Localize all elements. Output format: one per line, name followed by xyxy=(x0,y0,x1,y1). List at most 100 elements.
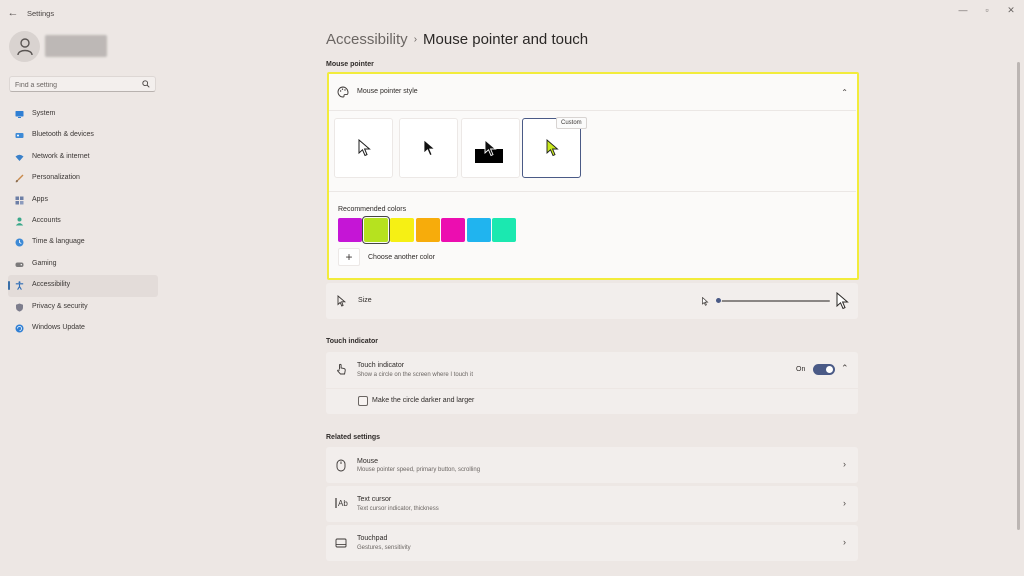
mouse-pointer-style-header[interactable]: Mouse pointer style ⌃ xyxy=(329,74,856,111)
breadcrumb-parent[interactable]: Accessibility xyxy=(326,31,408,48)
minimize-button[interactable]: — xyxy=(954,4,972,16)
close-button[interactable]: ✕ xyxy=(1002,4,1020,16)
sidebar-item-personalization[interactable]: Personalization xyxy=(8,168,158,189)
person-icon xyxy=(16,37,33,55)
large-pointer-icon xyxy=(836,292,849,310)
page-title: Mouse pointer and touch xyxy=(423,31,589,48)
related-item-text-cursor[interactable]: Ab Text cursor Text cursor indicator, th… xyxy=(326,486,858,522)
sidebar-nav: System Bluetooth & devices Network & int… xyxy=(8,104,158,339)
color-swatch-orange[interactable] xyxy=(416,218,440,242)
sidebar-item-network[interactable]: Network & internet xyxy=(8,147,158,168)
sidebar-item-label: Bluetooth & devices xyxy=(32,131,94,139)
user-name-redacted xyxy=(45,35,107,57)
sidebar-item-accounts[interactable]: Accounts xyxy=(8,211,158,232)
bluetooth-icon xyxy=(15,133,24,139)
scrollbar[interactable] xyxy=(1017,62,1020,530)
size-label: Size xyxy=(358,297,372,304)
section-label-mouse-pointer: Mouse pointer xyxy=(326,61,374,68)
pointer-style-inverted[interactable] xyxy=(461,118,520,178)
pointer-style-black[interactable] xyxy=(399,118,458,178)
gamepad-icon xyxy=(15,262,24,267)
update-icon xyxy=(15,324,24,333)
avatar[interactable] xyxy=(9,31,40,62)
palette-icon xyxy=(337,86,349,98)
related-item-subtitle: Text cursor indicator, thickness xyxy=(357,506,439,512)
toggle-state-label: On xyxy=(796,366,806,373)
touch-hand-icon xyxy=(337,363,346,375)
accessibility-icon xyxy=(15,281,24,291)
search-box[interactable] xyxy=(9,76,156,92)
search-icon[interactable] xyxy=(142,80,150,88)
sidebar-item-label: Time & language xyxy=(32,238,85,246)
black-pointer-icon xyxy=(423,139,436,157)
related-item-touchpad[interactable]: Touchpad Gestures, sensitivity › xyxy=(326,525,858,561)
color-swatch-teal[interactable] xyxy=(492,218,516,242)
sidebar-item-time-language[interactable]: Time & language xyxy=(8,232,158,253)
sidebar-item-bluetooth[interactable]: Bluetooth & devices xyxy=(8,125,158,146)
mouse-pointer-style-panel: Mouse pointer style ⌃ Custom Recommended… xyxy=(327,72,859,280)
touch-indicator-toggle[interactable] xyxy=(813,364,835,375)
sidebar-item-label: System xyxy=(32,110,56,117)
sidebar-item-privacy[interactable]: Privacy & security xyxy=(8,297,158,318)
sidebar-item-label: Apps xyxy=(32,195,48,203)
add-color-button[interactable]: + xyxy=(338,248,360,266)
person-icon xyxy=(15,217,24,226)
pointer-style-white[interactable] xyxy=(334,118,393,178)
chevron-right-icon: › xyxy=(843,498,846,508)
chevron-up-icon[interactable]: ⌃ xyxy=(841,363,849,374)
section-label-touch-indicator: Touch indicator xyxy=(326,338,378,345)
sidebar-item-label: Network & internet xyxy=(32,152,90,160)
size-slider-thumb[interactable] xyxy=(715,297,722,304)
svg-text:Ab: Ab xyxy=(338,499,348,508)
small-pointer-icon xyxy=(702,297,709,306)
mouse-icon xyxy=(336,459,346,472)
sidebar-item-label: Windows Update xyxy=(32,323,85,331)
color-swatch-pink[interactable] xyxy=(441,218,465,242)
text-cursor-icon: Ab xyxy=(335,498,348,508)
title-bar: ← Settings — ▫ ✕ xyxy=(0,0,1024,26)
related-item-mouse[interactable]: Mouse Mouse pointer speed, primary butto… xyxy=(326,447,858,483)
sidebar-item-label: Privacy & security xyxy=(32,302,88,310)
sidebar-item-gaming[interactable]: Gaming xyxy=(8,254,158,275)
divider xyxy=(329,191,856,192)
apps-icon xyxy=(15,196,24,205)
related-item-title: Text cursor xyxy=(357,496,392,503)
sidebar-item-label: Accessibility xyxy=(32,281,71,289)
chevron-right-icon: › xyxy=(843,459,846,469)
custom-pointer-icon xyxy=(546,139,559,157)
darker-circle-label[interactable]: Make the circle darker and larger xyxy=(372,397,474,404)
mouse-pointer-style-title: Mouse pointer style xyxy=(357,88,418,95)
globe-clock-icon xyxy=(15,238,24,247)
darker-circle-checkbox[interactable] xyxy=(358,396,368,406)
search-input[interactable] xyxy=(15,80,140,90)
touch-indicator-title: Touch indicator xyxy=(357,362,405,369)
selection-indicator xyxy=(8,281,10,291)
sidebar-item-accessibility[interactable]: Accessibility xyxy=(8,275,158,297)
sidebar-item-windows-update[interactable]: Windows Update xyxy=(8,318,158,339)
back-arrow-icon[interactable]: ← xyxy=(6,6,20,20)
color-swatch-yellow[interactable] xyxy=(390,218,414,242)
touchpad-icon xyxy=(335,538,347,548)
chevron-right-icon: › xyxy=(843,537,846,547)
white-pointer-icon xyxy=(358,139,371,157)
color-swatch-lime[interactable] xyxy=(362,216,390,244)
sidebar-item-apps[interactable]: Apps xyxy=(8,190,158,211)
breadcrumb-separator: › xyxy=(413,34,418,45)
recommended-colors-label: Recommended colors xyxy=(338,206,407,213)
tooltip-custom: Custom xyxy=(556,117,587,129)
inverted-pointer-icon xyxy=(484,139,497,157)
touch-option-card: Make the circle darker and larger xyxy=(326,389,858,414)
toggle-knob xyxy=(826,366,833,373)
color-swatch-blue[interactable] xyxy=(467,218,491,242)
maximize-button[interactable]: ▫ xyxy=(978,4,996,16)
brush-icon xyxy=(15,174,24,183)
related-item-subtitle: Mouse pointer speed, primary button, scr… xyxy=(357,467,481,473)
sidebar-item-system[interactable]: System xyxy=(8,104,158,125)
color-swatch-purple[interactable] xyxy=(338,218,362,242)
related-item-title: Touchpad xyxy=(357,535,388,542)
chevron-up-icon[interactable]: ⌃ xyxy=(841,88,848,97)
touch-indicator-subtitle: Show a circle on the screen where I touc… xyxy=(357,372,474,378)
choose-another-color-label[interactable]: Choose another color xyxy=(368,254,435,261)
size-slider-track[interactable] xyxy=(718,300,830,302)
wifi-icon xyxy=(15,154,24,161)
